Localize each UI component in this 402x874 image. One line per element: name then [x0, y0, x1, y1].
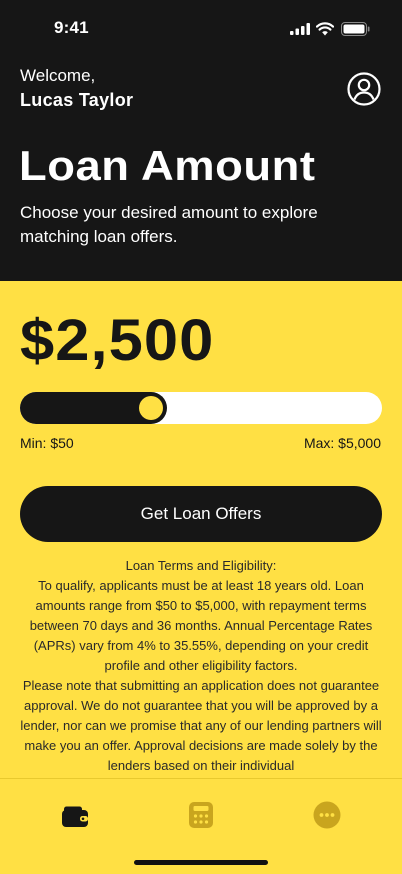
calculator-icon[interactable] — [187, 801, 215, 829]
home-indicator — [134, 860, 268, 865]
user-name: Lucas Taylor — [20, 90, 134, 110]
page-subtitle: Choose your desired amount to explore ma… — [20, 203, 318, 246]
terms-paragraph: To qualify, applicants must be at least … — [29, 578, 373, 673]
max-amount-label: Max: $5,000 — [303, 435, 381, 451]
greeting-text: Welcome, — [20, 66, 96, 85]
loan-amount-value: $2,500 — [20, 308, 215, 373]
terms-paragraph: Please note that submitting an applicati… — [20, 678, 382, 773]
terms-heading: Loan Terms and Eligibility: — [125, 558, 277, 573]
wifi-icon — [316, 22, 334, 36]
loan-terms-text: Loan Terms and Eligibility: To qualify, … — [20, 556, 382, 778]
battery-icon — [341, 22, 370, 36]
profile-icon[interactable] — [347, 72, 381, 106]
header-section: 9:41 Welcome, Lucas Taylor Loan Amount C… — [0, 0, 402, 281]
loan-amount-slider[interactable] — [20, 392, 382, 424]
cellular-signal-icon — [290, 23, 310, 35]
slider-handle[interactable] — [139, 396, 163, 420]
page-title: Loan Amount — [19, 142, 316, 189]
status-time: 9:41 — [54, 18, 89, 37]
get-loan-offers-button[interactable]: Get Loan Offers — [20, 486, 382, 542]
min-amount-label: Min: $50 — [20, 435, 74, 451]
wallet-icon[interactable] — [61, 801, 89, 829]
more-icon[interactable] — [313, 801, 341, 829]
status-bar: 9:41 — [0, 0, 402, 58]
